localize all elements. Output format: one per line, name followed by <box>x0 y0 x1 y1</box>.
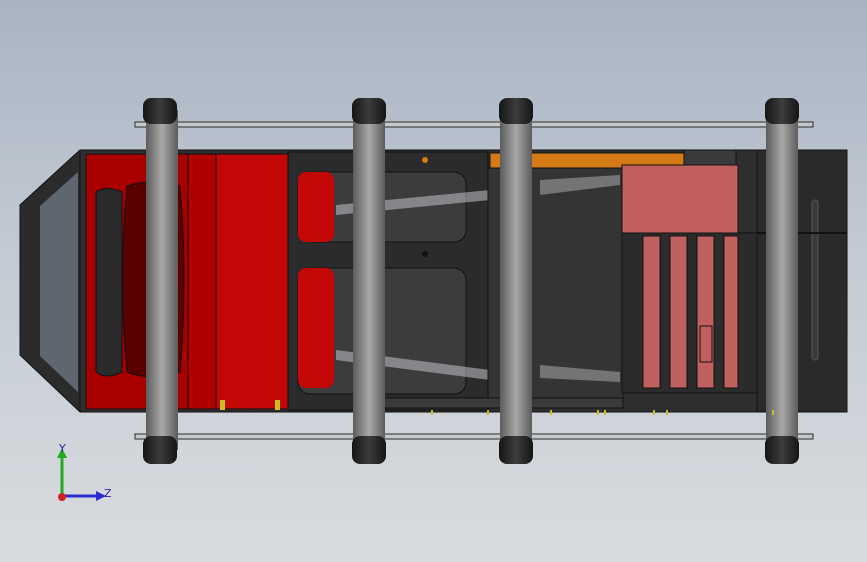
roller-3 <box>499 98 533 464</box>
roller-4 <box>765 98 799 464</box>
red-front-block <box>85 153 289 410</box>
coordinate-triad: Y Z <box>57 442 112 501</box>
bottom-rail <box>134 433 814 440</box>
front-frame <box>19 149 89 413</box>
y-axis-label: Y <box>58 442 66 455</box>
top-rail <box>134 121 814 128</box>
z-axis-label: Z <box>104 487 112 500</box>
middle-frame <box>287 151 490 411</box>
chassis-model[interactable] <box>0 0 867 562</box>
x-axis-dot <box>58 493 66 501</box>
graphics-viewport[interactable]: Y Z <box>0 0 867 562</box>
roller-2 <box>352 98 386 464</box>
roller-1 <box>143 98 178 464</box>
